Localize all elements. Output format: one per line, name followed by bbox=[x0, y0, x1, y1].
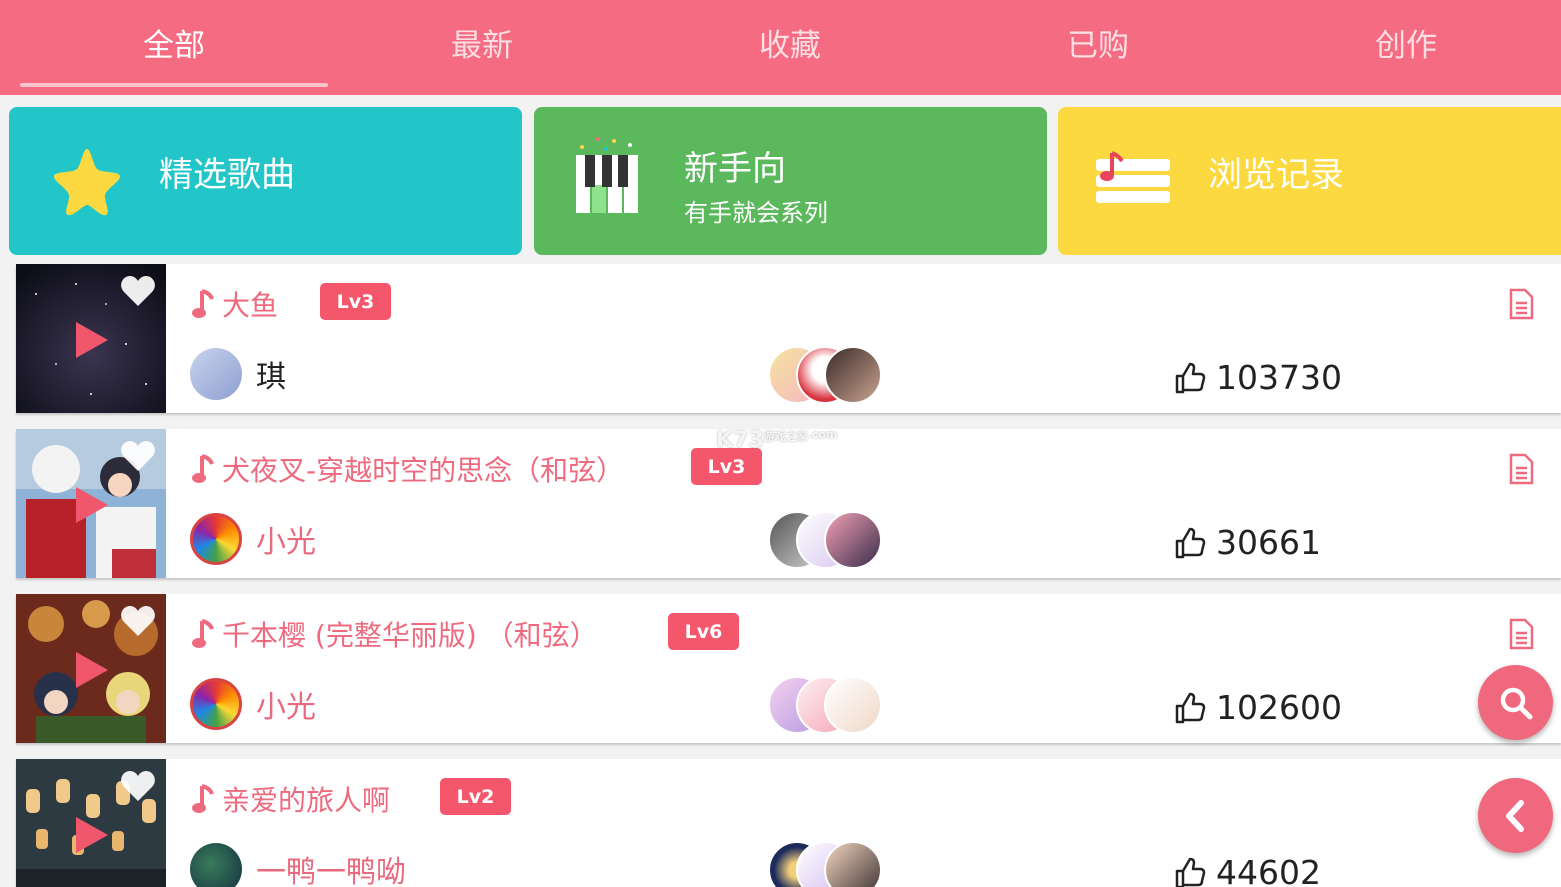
piano-icon bbox=[576, 137, 638, 213]
author-info[interactable]: 琪 bbox=[190, 348, 286, 400]
author-info[interactable]: 小光 bbox=[190, 513, 316, 565]
song-row[interactable]: 大鱼 Lv3 琪 103730 bbox=[16, 264, 1561, 413]
thumbs-up-icon bbox=[1175, 692, 1206, 723]
level-badge: Lv3 bbox=[320, 283, 391, 320]
author-avatar[interactable] bbox=[190, 678, 242, 730]
music-note-icon bbox=[192, 289, 214, 318]
song-title: 犬夜叉-穿越时空的思念（和弦） bbox=[192, 449, 624, 489]
like-count-text: 44602 bbox=[1216, 853, 1321, 887]
player-avatar bbox=[824, 346, 882, 404]
search-button[interactable] bbox=[1478, 665, 1553, 740]
author-name: 小光 bbox=[256, 690, 316, 725]
k73-watermark: K73游戏之家.com bbox=[716, 428, 838, 453]
music-note-icon bbox=[192, 784, 214, 813]
player-avatar-stack[interactable] bbox=[768, 346, 888, 406]
play-icon[interactable] bbox=[72, 485, 112, 525]
song-title: 亲爱的旅人啊 bbox=[192, 779, 390, 819]
player-avatar-stack[interactable] bbox=[768, 511, 888, 571]
featured-songs-card[interactable]: 精选歌曲 bbox=[9, 107, 522, 255]
tab-latest[interactable]: 最新 bbox=[328, 0, 636, 95]
author-avatar[interactable] bbox=[190, 843, 242, 887]
thumbs-up-icon bbox=[1175, 527, 1206, 558]
player-avatar-stack[interactable] bbox=[768, 676, 888, 736]
author-info[interactable]: 小光 bbox=[190, 678, 316, 730]
like-count-text: 30661 bbox=[1216, 523, 1321, 562]
song-title-text: 千本樱 (完整华丽版) （和弦） bbox=[222, 619, 598, 652]
browse-history-card[interactable]: 浏览记录 bbox=[1058, 107, 1561, 255]
tab-created[interactable]: 创作 bbox=[1252, 0, 1560, 95]
like-count[interactable]: 102600 bbox=[1174, 688, 1342, 727]
like-count[interactable]: 103730 bbox=[1174, 358, 1342, 397]
favorite-heart-icon[interactable] bbox=[120, 769, 156, 803]
like-count[interactable]: 44602 bbox=[1174, 853, 1321, 887]
author-avatar[interactable] bbox=[190, 513, 242, 565]
chevron-left-icon bbox=[1505, 799, 1524, 832]
music-list-icon bbox=[1096, 151, 1170, 203]
top-tab-bar: 全部 最新 收藏 已购 创作 bbox=[0, 0, 1561, 95]
search-icon bbox=[1500, 687, 1532, 719]
like-count-text: 102600 bbox=[1216, 688, 1342, 727]
player-avatar bbox=[824, 676, 882, 734]
app-root: 全部 最新 收藏 已购 创作 精选歌曲 新手向 有手就会系列 浏览记录 大鱼 L… bbox=[0, 0, 1561, 887]
sheet-document-icon[interactable] bbox=[1506, 453, 1536, 485]
level-badge: Lv3 bbox=[691, 448, 762, 485]
thumbs-up-icon bbox=[1175, 857, 1206, 887]
back-button[interactable] bbox=[1478, 778, 1553, 853]
player-avatar bbox=[824, 511, 882, 569]
favorite-heart-icon[interactable] bbox=[120, 604, 156, 638]
author-name: 小光 bbox=[256, 525, 316, 560]
favorite-heart-icon[interactable] bbox=[120, 439, 156, 473]
player-avatar-stack[interactable] bbox=[768, 841, 888, 887]
beginner-card[interactable]: 新手向 有手就会系列 bbox=[534, 107, 1047, 255]
star-icon bbox=[53, 149, 121, 216]
like-count-text: 103730 bbox=[1216, 358, 1342, 397]
beginner-title: 新手向 bbox=[684, 149, 786, 189]
song-title-text: 大鱼 bbox=[222, 289, 279, 322]
level-badge: Lv2 bbox=[440, 778, 511, 815]
song-row[interactable]: 亲爱的旅人啊 Lv2 一鸭一鸭呦 44602 bbox=[16, 759, 1561, 887]
play-icon[interactable] bbox=[72, 650, 112, 690]
active-tab-indicator bbox=[20, 83, 328, 87]
author-name: 一鸭一鸭呦 bbox=[256, 855, 406, 887]
play-icon[interactable] bbox=[72, 320, 112, 360]
song-row[interactable]: 千本樱 (完整华丽版) （和弦） Lv6 小光 102600 bbox=[16, 594, 1561, 743]
player-avatar bbox=[824, 841, 882, 887]
like-count[interactable]: 30661 bbox=[1174, 523, 1321, 562]
sheet-document-icon[interactable] bbox=[1506, 618, 1536, 650]
author-info[interactable]: 一鸭一鸭呦 bbox=[190, 843, 406, 887]
author-avatar[interactable] bbox=[190, 348, 242, 400]
tab-favorites[interactable]: 收藏 bbox=[636, 0, 944, 95]
author-name: 琪 bbox=[256, 360, 286, 395]
song-title: 千本樱 (完整华丽版) （和弦） bbox=[192, 614, 598, 654]
song-title-text: 犬夜叉-穿越时空的思念（和弦） bbox=[222, 454, 625, 487]
browse-history-title: 浏览记录 bbox=[1208, 155, 1344, 195]
favorite-heart-icon[interactable] bbox=[120, 274, 156, 308]
tab-all[interactable]: 全部 bbox=[20, 0, 328, 95]
song-title-text: 亲爱的旅人啊 bbox=[222, 784, 391, 817]
music-note-icon bbox=[192, 619, 214, 648]
song-title: 大鱼 bbox=[192, 284, 278, 324]
sheet-document-icon[interactable] bbox=[1506, 288, 1536, 320]
music-note-icon bbox=[192, 454, 214, 483]
level-badge: Lv6 bbox=[668, 613, 739, 650]
thumbs-up-icon bbox=[1175, 362, 1206, 393]
featured-songs-title: 精选歌曲 bbox=[159, 155, 295, 195]
tab-purchased[interactable]: 已购 bbox=[944, 0, 1252, 95]
play-icon[interactable] bbox=[72, 815, 112, 855]
beginner-subtitle: 有手就会系列 bbox=[684, 199, 828, 227]
